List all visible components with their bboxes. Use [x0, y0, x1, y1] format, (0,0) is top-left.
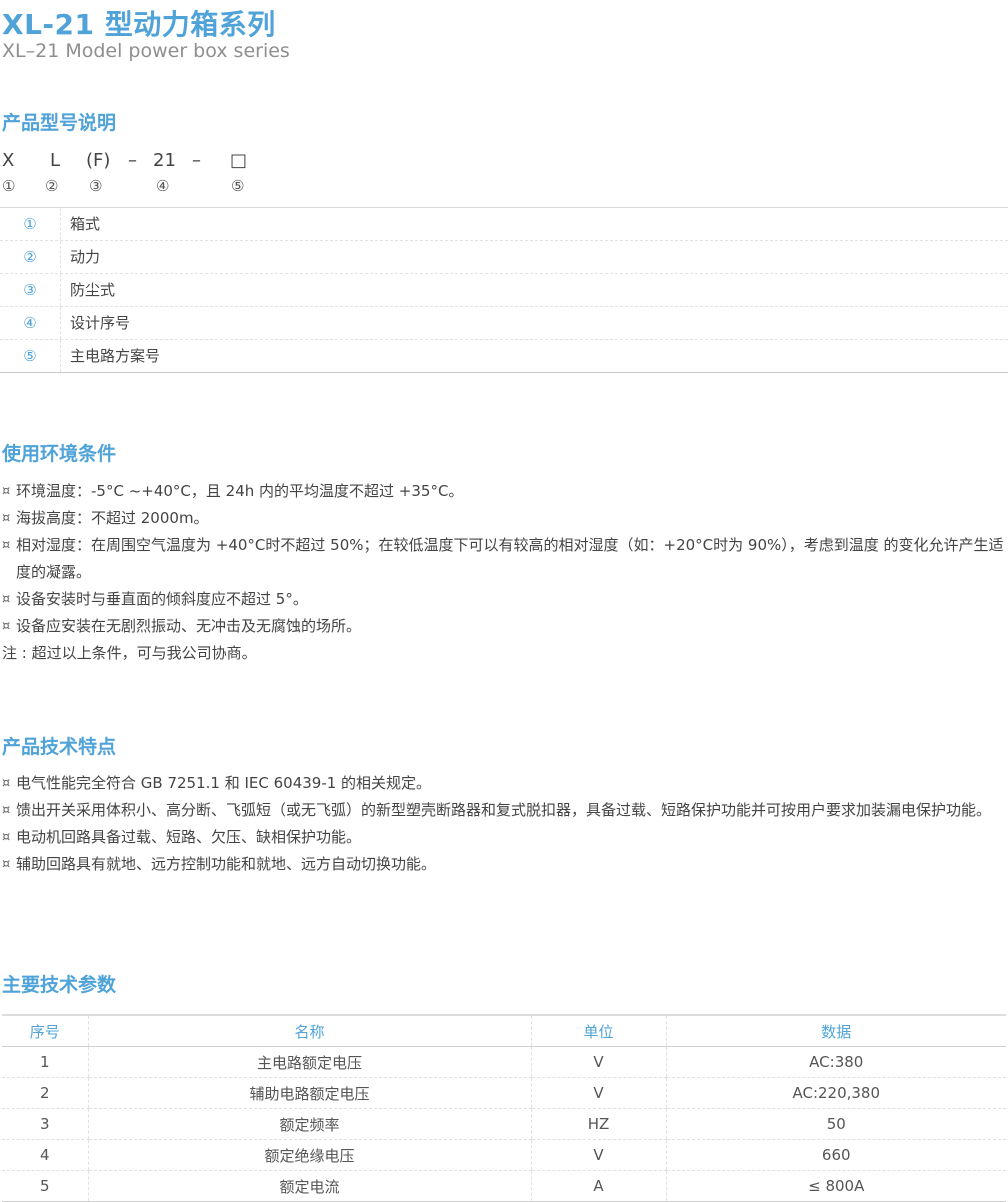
- bullet-line: ¤ 电气性能完全符合 GB 7251.1 和 IEC 60439-1 的相关规定。: [2, 770, 1008, 797]
- page-title: XL-21 型动力箱系列: [2, 8, 276, 41]
- list-item: ⑤ 主电路方案号: [0, 340, 1008, 372]
- item-text: 箱式: [70, 215, 101, 233]
- table-cell: ≤ 800A: [665, 1170, 1006, 1202]
- item-number: ①: [0, 208, 61, 240]
- bullet-icon: ¤: [2, 830, 11, 845]
- list-item: ② 动力: [0, 241, 1008, 274]
- line-text: 设备应安装在无剧烈振动、无冲击及无腐蚀的场所。: [16, 617, 362, 635]
- list-item: ④ 设计序号: [0, 307, 1008, 340]
- env-note: 注 : 超过以上条件，可与我公司协商。: [2, 644, 257, 662]
- list-item: ③ 防尘式: [0, 274, 1008, 307]
- line-text: 辅助回路具有就地、远方控制功能和就地、远方自动切换功能。: [16, 855, 437, 873]
- code-marker: ③: [89, 177, 103, 195]
- line-text: 环境温度：-5°C ~+40°C，且 24h 内的平均温度不超过 +35°C。: [16, 482, 464, 500]
- code-part: –: [192, 150, 201, 171]
- line-text: 电动机回路具备过载、短路、欠压、缺相保护功能。: [16, 828, 362, 846]
- model-code-markers: ① ② ③ ④ ⑤: [2, 177, 302, 197]
- bullet-icon: ¤: [2, 803, 11, 818]
- table-row: 2 辅助电路额定电压 V AC:220,380: [2, 1077, 1006, 1109]
- env-conditions: ¤ 环境温度：-5°C ~+40°C，且 24h 内的平均温度不超过 +35°C。…: [2, 478, 1008, 667]
- table-cell: 2: [2, 1077, 88, 1109]
- item-text: 设计序号: [70, 314, 131, 332]
- table-cell: HZ: [530, 1108, 666, 1140]
- table-cell: AC:380: [665, 1046, 1006, 1078]
- bullet-line: ¤ 电动机回路具备过载、短路、欠压、缺相保护功能。: [2, 824, 1008, 851]
- bullet-line: ¤ 相对湿度：在周围空气温度为 +40°C时不超过 50%；在较低温度下可以有较高…: [2, 532, 1008, 586]
- item-number: ⑤: [0, 340, 61, 372]
- table-cell: 主电路额定电压: [87, 1046, 531, 1078]
- table-cell: 5: [2, 1170, 88, 1202]
- bullet-icon: ¤: [2, 776, 11, 791]
- table-row: 3 额定频率 HZ 50: [2, 1108, 1006, 1140]
- code-marker: ⑤: [231, 177, 245, 195]
- table-cell: AC:220,380: [665, 1077, 1006, 1109]
- table-row: 5 额定电流 A ≤ 800A: [2, 1170, 1006, 1202]
- bullet-icon: ¤: [2, 592, 11, 607]
- line-text: 相对湿度：在周围空气温度为 +40°C时不超过 50%；在较低温度下可以有较高的…: [16, 536, 1004, 581]
- code-part: X: [2, 150, 15, 171]
- table-cell: V: [530, 1077, 666, 1109]
- item-number: ②: [0, 241, 61, 273]
- code-part: □: [230, 150, 248, 171]
- model-code: X L (F) – 21 – □: [2, 150, 302, 172]
- params-table: 序号 名称 单位 数据 1 主电路额定电压 V AC:380 2 辅助电路额定电…: [2, 1014, 1006, 1202]
- table-cell: 额定绝缘电压: [87, 1139, 531, 1171]
- features-section-heading: 产品技术特点: [2, 736, 117, 758]
- table-cell: 4: [2, 1139, 88, 1171]
- code-marker: ④: [156, 177, 170, 195]
- item-text: 动力: [70, 248, 101, 266]
- model-section-heading: 产品型号说明: [2, 112, 117, 134]
- bullet-line: ¤ 辅助回路具有就地、远方控制功能和就地、远方自动切换功能。: [2, 851, 1008, 878]
- bullet-icon: ¤: [2, 619, 11, 634]
- code-part: 21: [153, 150, 176, 171]
- table-header-row: 序号 名称 单位 数据: [2, 1014, 1006, 1047]
- table-cell: 额定频率: [87, 1108, 531, 1140]
- column-header: 单位: [530, 1014, 666, 1047]
- item-text: 防尘式: [70, 281, 116, 299]
- list-item: ① 箱式: [0, 208, 1008, 241]
- bullet-line: ¤ 环境温度：-5°C ~+40°C，且 24h 内的平均温度不超过 +35°C。: [2, 478, 1008, 505]
- model-explanation-list: ① 箱式 ② 动力 ③ 防尘式 ④ 设计序号 ⑤ 主电路方案号: [0, 207, 1008, 373]
- line-text: 设备安装时与垂直面的倾斜度应不超过 5°。: [16, 590, 308, 608]
- code-part: –: [128, 150, 137, 171]
- table-cell: 辅助电路额定电压: [87, 1077, 531, 1109]
- bullet-line: ¤ 海拔高度：不超过 2000m。: [2, 505, 1008, 532]
- item-number: ③: [0, 274, 61, 306]
- code-part: (F): [86, 150, 111, 171]
- table-cell: 3: [2, 1108, 88, 1140]
- bullet-icon: ¤: [2, 511, 11, 526]
- line-text: 馈出开关采用体积小、高分断、飞弧短（或无飞弧）的新型塑壳断路器和复式脱扣器，具备…: [16, 801, 992, 819]
- bullet-line: ¤ 馈出开关采用体积小、高分断、飞弧短（或无飞弧）的新型塑壳断路器和复式脱扣器，具…: [2, 797, 1008, 824]
- bullet-line: ¤ 设备安装时与垂直面的倾斜度应不超过 5°。: [2, 586, 1008, 613]
- table-cell: 1: [2, 1046, 88, 1078]
- bullet-icon: ¤: [2, 484, 11, 499]
- table-cell: 660: [665, 1139, 1006, 1171]
- table-cell: V: [530, 1046, 666, 1078]
- table-row: 4 额定绝缘电压 V 660: [2, 1139, 1006, 1171]
- item-text: 主电路方案号: [70, 347, 161, 365]
- column-header: 序号: [2, 1014, 88, 1047]
- table-cell: 50: [665, 1108, 1006, 1140]
- column-header: 数据: [665, 1014, 1006, 1047]
- item-number: ④: [0, 307, 61, 339]
- page-subtitle: XL–21 Model power box series: [2, 40, 290, 62]
- line-text: 电气性能完全符合 GB 7251.1 和 IEC 60439-1 的相关规定。: [16, 774, 432, 792]
- params-section-heading: 主要技术参数: [2, 974, 117, 996]
- table-cell: V: [530, 1139, 666, 1171]
- table-cell: 额定电流: [87, 1170, 531, 1202]
- bullet-icon: ¤: [2, 538, 11, 553]
- column-header: 名称: [87, 1014, 531, 1047]
- code-marker: ②: [45, 177, 59, 195]
- features-list: ¤ 电气性能完全符合 GB 7251.1 和 IEC 60439-1 的相关规定。…: [2, 770, 1008, 878]
- bullet-icon: ¤: [2, 857, 11, 872]
- bullet-line: ¤ 设备应安装在无剧烈振动、无冲击及无腐蚀的场所。: [2, 613, 1008, 640]
- code-marker: ①: [2, 177, 16, 195]
- line-text: 海拔高度：不超过 2000m。: [16, 509, 209, 527]
- env-section-heading: 使用环境条件: [2, 443, 117, 465]
- table-row: 1 主电路额定电压 V AC:380: [2, 1046, 1006, 1078]
- table-cell: A: [530, 1170, 666, 1202]
- code-part: L: [50, 150, 61, 171]
